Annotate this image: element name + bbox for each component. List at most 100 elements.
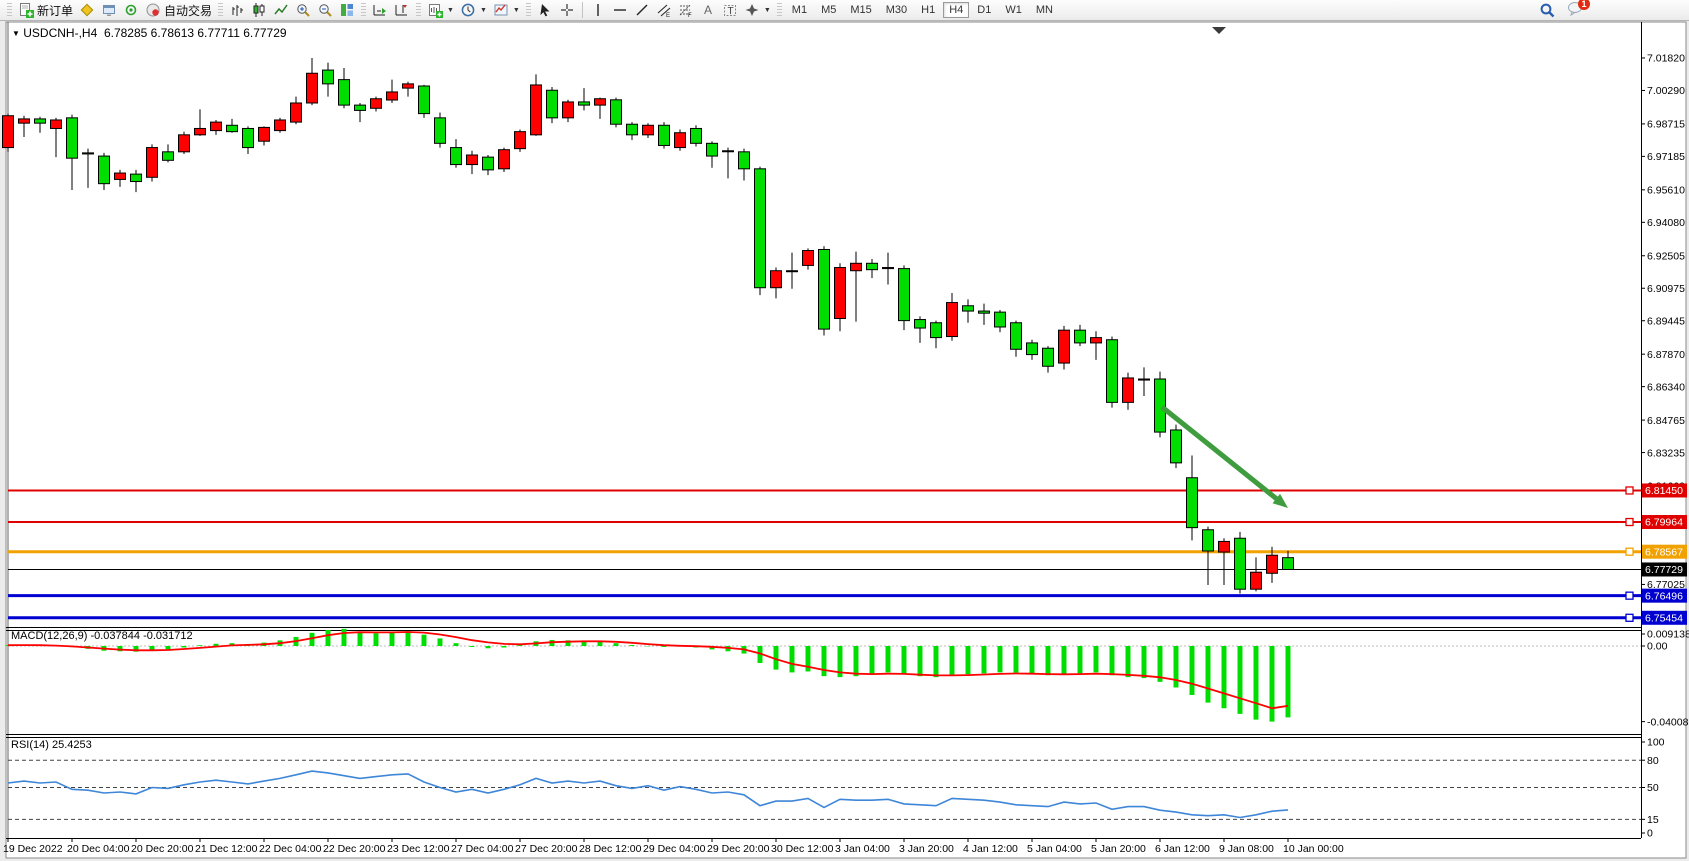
equidistant-channel-button[interactable]: E: [653, 1, 675, 19]
toolbar-right-group: 1: [1536, 0, 1585, 21]
line-chart-icon: [273, 2, 289, 18]
timeframe-button-m30[interactable]: M30: [880, 2, 913, 18]
chart-canvas[interactable]: 7.018207.002906.987156.971856.956106.940…: [0, 0, 1689, 861]
cursor-icon: [537, 2, 553, 18]
svg-text:6.78567: 6.78567: [1645, 546, 1683, 558]
equidistant-channel-icon: E: [656, 2, 672, 18]
new-order-label: 新订单: [37, 2, 73, 19]
templates-dropdown[interactable]: ▼: [490, 1, 523, 19]
auto-trading-button[interactable]: 自动交易: [142, 1, 215, 19]
notifications-button[interactable]: 1: [1567, 0, 1585, 21]
text-label-button[interactable]: T: [719, 1, 741, 19]
chart-shift-button[interactable]: [391, 1, 413, 19]
line-chart-button[interactable]: [270, 1, 292, 19]
horizontal-line-button[interactable]: [609, 1, 631, 19]
text-label-icon: T: [722, 2, 738, 18]
svg-text:6 Jan 12:00: 6 Jan 12:00: [1155, 843, 1210, 855]
zoom-in-icon: [295, 2, 311, 18]
svg-text:6.95610: 6.95610: [1647, 185, 1685, 197]
svg-text:6.89445: 6.89445: [1647, 315, 1685, 327]
svg-text:E: E: [666, 13, 670, 18]
svg-text:6.83235: 6.83235: [1647, 447, 1685, 459]
svg-text:22 Dec 20:00: 22 Dec 20:00: [323, 843, 386, 855]
bar-chart-button[interactable]: [226, 1, 248, 19]
toolbar-grip: [416, 3, 421, 17]
dropdown-caret-icon: ▼: [447, 7, 454, 14]
new-chart-dropdown[interactable]: ▼: [424, 1, 457, 19]
auto-scroll-button[interactable]: [369, 1, 391, 19]
timeframe-button-h4[interactable]: H4: [943, 2, 969, 18]
svg-text:6.76496: 6.76496: [1645, 590, 1683, 602]
fibonacci-button[interactable]: F: [675, 1, 697, 19]
dropdown-caret-icon: ▼: [513, 7, 520, 14]
svg-text:30 Dec 12:00: 30 Dec 12:00: [771, 843, 834, 855]
crosshair-button[interactable]: [556, 1, 578, 19]
application-window: 新订单 自动交易 ▼ ▼ ▼ E F A T ▼ M: [0, 0, 1689, 861]
zoom-in-button[interactable]: [292, 1, 314, 19]
svg-text:6.87870: 6.87870: [1647, 349, 1685, 361]
svg-text:7.00290: 7.00290: [1647, 85, 1685, 97]
zoom-out-icon: [317, 2, 333, 18]
svg-text:6.84765: 6.84765: [1647, 415, 1685, 427]
svg-text:5 Jan 04:00: 5 Jan 04:00: [1027, 843, 1082, 855]
auto-trading-icon: [145, 2, 161, 18]
chart-shift-icon: [394, 2, 410, 18]
cursor-button[interactable]: [534, 1, 556, 19]
svg-text:6.97185: 6.97185: [1647, 151, 1685, 163]
timeframe-button-d1[interactable]: D1: [971, 2, 997, 18]
shapes-dropdown[interactable]: ▼: [741, 1, 774, 19]
timeframe-button-m1[interactable]: M1: [786, 2, 813, 18]
text-button[interactable]: A: [697, 1, 719, 19]
signals-icon: [123, 2, 139, 18]
terminal-button[interactable]: [98, 1, 120, 19]
svg-text:6.75454: 6.75454: [1645, 612, 1683, 624]
timeframe-button-w1[interactable]: W1: [999, 2, 1028, 18]
svg-text:0.00: 0.00: [1647, 641, 1668, 653]
toolbar-grip: [7, 3, 12, 17]
metaeditor-button[interactable]: [76, 1, 98, 19]
vertical-line-button[interactable]: [587, 1, 609, 19]
timeframe-button-m5[interactable]: M5: [815, 2, 842, 18]
dropdown-caret-icon: ▼: [480, 7, 487, 14]
svg-text:20 Dec 20:00: 20 Dec 20:00: [131, 843, 194, 855]
template-icon: [493, 2, 509, 18]
new-order-button[interactable]: 新订单: [15, 1, 76, 19]
text-icon: A: [700, 2, 716, 18]
toolbar-separator: [582, 2, 583, 18]
candlestick-chart-icon: [251, 2, 267, 18]
svg-text:6.90975: 6.90975: [1647, 283, 1685, 295]
zoom-out-button[interactable]: [314, 1, 336, 19]
signals-button[interactable]: [120, 1, 142, 19]
dropdown-caret-icon: ▼: [764, 7, 771, 14]
svg-text:0.009138: 0.009138: [1647, 629, 1689, 641]
svg-text:6.92505: 6.92505: [1647, 250, 1685, 262]
bar-chart-icon: [229, 2, 245, 18]
search-button[interactable]: [1536, 1, 1559, 19]
svg-text:6.81450: 6.81450: [1645, 485, 1683, 497]
timeframe-button-m15[interactable]: M15: [844, 2, 877, 18]
svg-text:3 Jan 20:00: 3 Jan 20:00: [899, 843, 954, 855]
svg-text:28 Dec 12:00: 28 Dec 12:00: [579, 843, 642, 855]
svg-text:80: 80: [1647, 755, 1659, 767]
auto-scroll-icon: [372, 2, 388, 18]
timeframe-button-mn[interactable]: MN: [1030, 2, 1059, 18]
new-chart-icon: [427, 2, 443, 18]
svg-text:6.86340: 6.86340: [1647, 381, 1685, 393]
toolbar-grip: [361, 3, 366, 17]
toolbar-grip: [526, 3, 531, 17]
svg-text:F: F: [688, 13, 692, 18]
timeframe-button-h1[interactable]: H1: [915, 2, 941, 18]
trendline-button[interactable]: [631, 1, 653, 19]
periods-dropdown[interactable]: ▼: [457, 1, 490, 19]
svg-text:4 Jan 12:00: 4 Jan 12:00: [963, 843, 1018, 855]
svg-text:T: T: [727, 6, 733, 17]
candlestick-chart-button[interactable]: [248, 1, 270, 19]
toolbar-grip: [777, 3, 782, 17]
horizontal-line-icon: [612, 2, 628, 18]
tile-windows-icon: [339, 2, 355, 18]
tile-windows-button[interactable]: [336, 1, 358, 19]
svg-text:7.01820: 7.01820: [1647, 53, 1685, 65]
svg-text:3 Jan 04:00: 3 Jan 04:00: [835, 843, 890, 855]
search-icon: [1539, 2, 1556, 19]
svg-text:50: 50: [1647, 782, 1659, 794]
